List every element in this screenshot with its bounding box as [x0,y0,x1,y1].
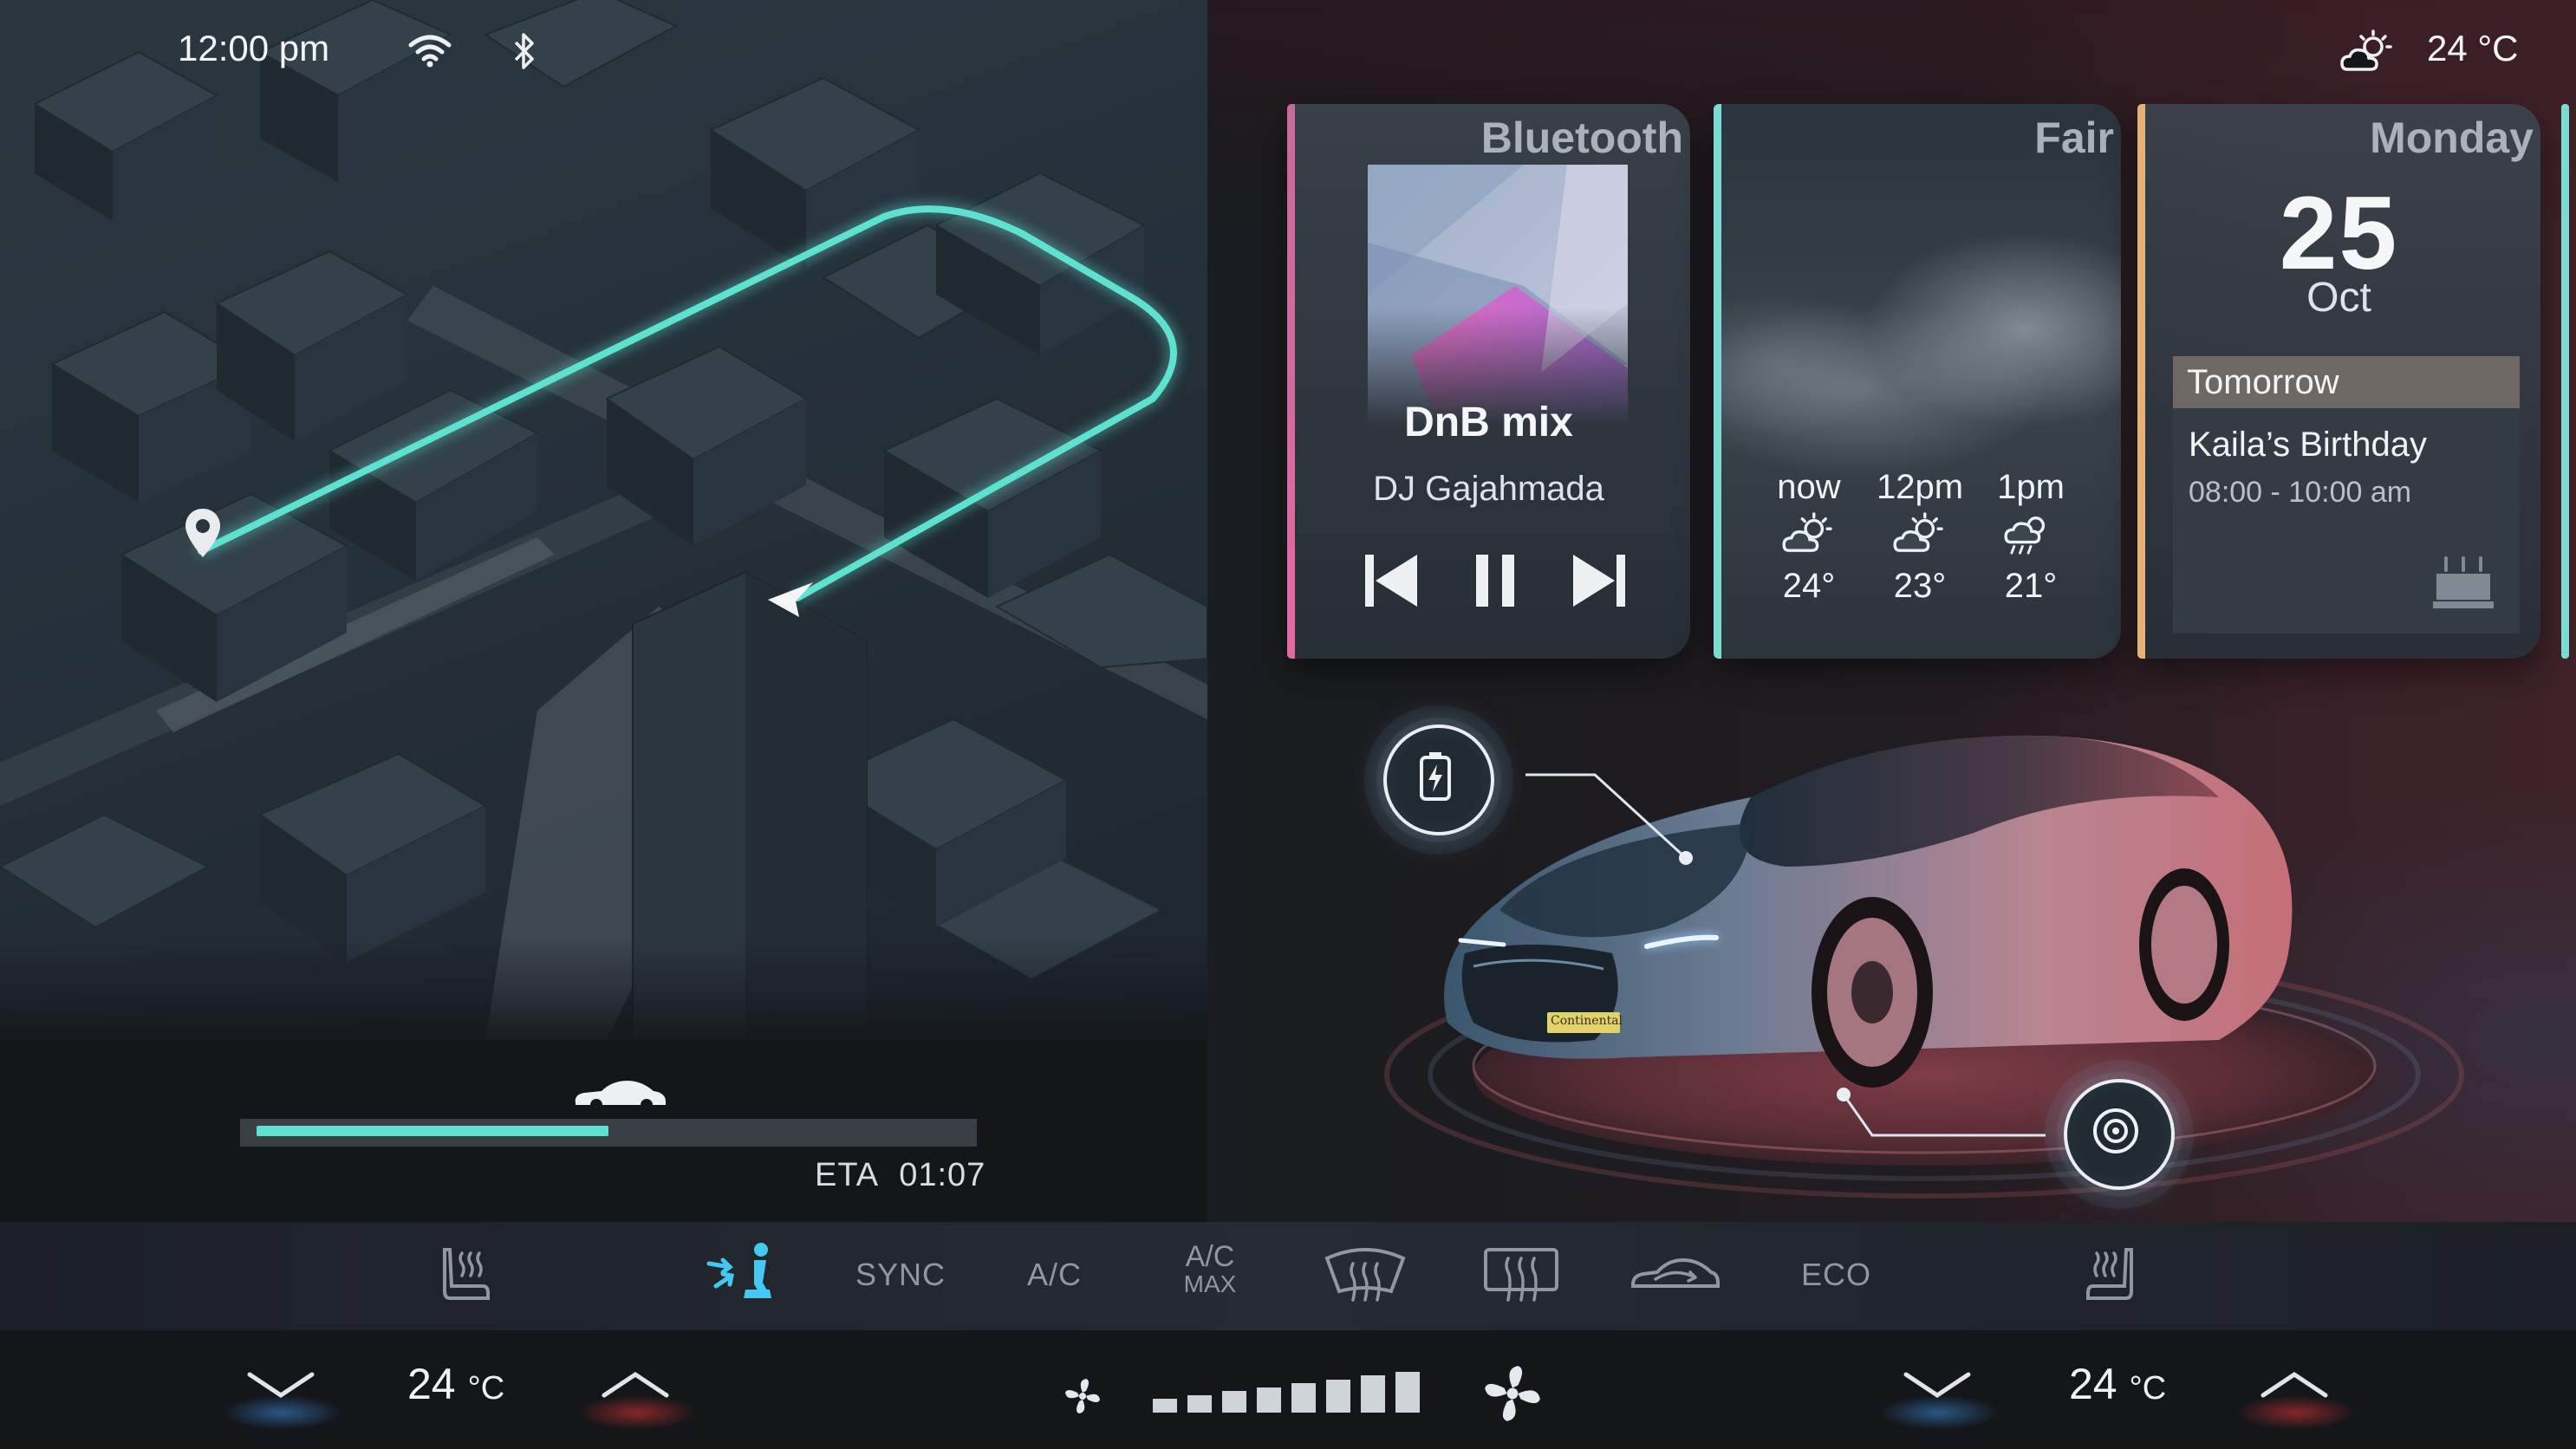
right-temp-down-glow [1878,1395,2000,1430]
clock: 12:00 pm [178,28,330,68]
fan-speed-segment[interactable] [1187,1394,1212,1413]
weather-card-accent [1714,104,1721,659]
next-card-accent [2561,104,2569,659]
weather-card[interactable]: Fair now 24° 12pm 23° 1pm 21° [1714,104,2121,659]
fan-high-icon[interactable] [1482,1363,1543,1424]
right-temp-down-button[interactable] [1903,1371,1972,1400]
fan-speed-slider[interactable] [1153,1369,1423,1413]
front-defrost-icon[interactable] [1322,1246,1408,1303]
music-card[interactable]: Bluetooth DnB mix DJ Gajahmada [1287,104,1690,659]
forecast-time: now [1777,468,1841,506]
weekday: Monday [2370,114,2534,162]
left-temp-up-glow [576,1395,698,1430]
fan-speed-segment[interactable] [1395,1371,1420,1413]
current-location-arrow-icon [768,582,813,617]
album-art [1368,165,1628,425]
fan-speed-segment[interactable] [1326,1379,1350,1413]
destination-pin-icon[interactable] [184,507,222,559]
map-buildings [0,0,1207,1040]
event-time: 08:00 - 10:00 am [2189,476,2412,509]
navigation-map[interactable] [0,0,1207,1040]
ac-max-top-label: A/C [1185,1240,1235,1273]
right-temperature: 24 °C [2069,1359,2166,1409]
event-day-header: Tomorrow [2173,356,2520,408]
forecast-temp: 24° [1782,567,1836,605]
ac-max-bottom-label: MAX [1183,1270,1237,1297]
forecast-time: 12pm [1876,468,1964,506]
birthday-cake-icon [2433,556,2494,608]
forecast-temp: 23° [1893,567,1947,605]
partly-cloudy-icon [1893,512,1943,552]
eco-button[interactable]: ECO [1801,1257,1871,1293]
left-temp-value: 24 [407,1360,456,1408]
partly-cloudy-icon [1782,512,1832,552]
fan-speed-segment[interactable] [1291,1383,1316,1413]
left-temp-down-button[interactable] [246,1371,315,1400]
music-source: Bluetooth [1480,114,1683,162]
forecast-temp: 21° [2004,567,2058,605]
tire-status-button[interactable] [2064,1079,2175,1190]
calendar-month: Oct [2306,275,2371,321]
rain-icon [2004,517,2046,555]
route-progress-fill [257,1126,608,1136]
car-progress-icon [575,1081,666,1111]
forecast-now: now 24° [1753,468,1865,606]
recirculation-icon[interactable] [1630,1255,1721,1295]
bluetooth-icon[interactable] [513,33,536,69]
sync-button[interactable]: SYNC [855,1257,946,1293]
seat-heater-right-icon[interactable] [2085,1244,2138,1305]
left-temp-unit: °C [467,1370,505,1407]
airflow-mode-icon[interactable] [704,1241,778,1307]
ac-button[interactable]: A/C [1027,1257,1082,1293]
fan-low-icon[interactable] [1064,1377,1102,1415]
eta: ETA 01:07 [815,1157,986,1194]
fan-speed-segment[interactable] [1361,1375,1385,1413]
fan-speed-segment[interactable] [1153,1399,1177,1413]
map-fade [0,936,1207,1057]
rear-defrost-icon[interactable] [1482,1246,1560,1303]
right-temp-value: 24 [2069,1360,2117,1408]
eta-label: ETA [815,1157,880,1193]
battery-charging-icon [1420,752,1451,801]
left-temp-up-button[interactable] [601,1369,670,1399]
eta-value: 01:07 [899,1157,986,1193]
track-artist: DJ Gajahmada [1373,470,1604,508]
forecast-time: 1pm [1997,468,2065,506]
calendar-event[interactable]: Tomorrow Kaila’s Birthday 08:00 - 10:00 … [2173,356,2520,634]
event-title: Kaila’s Birthday [2189,426,2427,464]
music-card-accent [1287,104,1295,659]
forecast-12pm: 12pm 23° [1864,468,1976,606]
outside-temperature: 24 °C [2427,28,2519,68]
battery-status-button[interactable] [1383,724,1494,835]
fan-speed-segment[interactable] [1257,1387,1281,1413]
ac-max-button[interactable]: A/C MAX [1179,1240,1241,1298]
previous-track-icon[interactable] [1356,546,1426,615]
seat-heater-left-icon[interactable] [438,1244,491,1305]
wifi-icon[interactable] [407,33,452,68]
right-temp-unit: °C [2129,1370,2167,1407]
left-temperature: 24 °C [407,1359,504,1409]
left-temp-down-glow [222,1395,343,1430]
pause-icon[interactable] [1460,546,1530,615]
track-title: DnB mix [1404,400,1573,445]
forecast-1pm: 1pm 21° [1974,468,2087,606]
right-temp-up-button[interactable] [2260,1369,2329,1399]
climate-control-bar [0,1222,2576,1330]
weather-condition: Fair [2034,114,2114,162]
calendar-card[interactable]: Monday 25 Oct Tomorrow Kaila’s Birthday … [2137,104,2540,659]
right-temp-up-glow [2235,1395,2357,1430]
tire-icon [2093,1108,2138,1153]
fan-speed-segment[interactable] [1222,1391,1246,1413]
partly-cloudy-icon [2340,29,2392,71]
next-track-icon[interactable] [1564,546,1634,615]
